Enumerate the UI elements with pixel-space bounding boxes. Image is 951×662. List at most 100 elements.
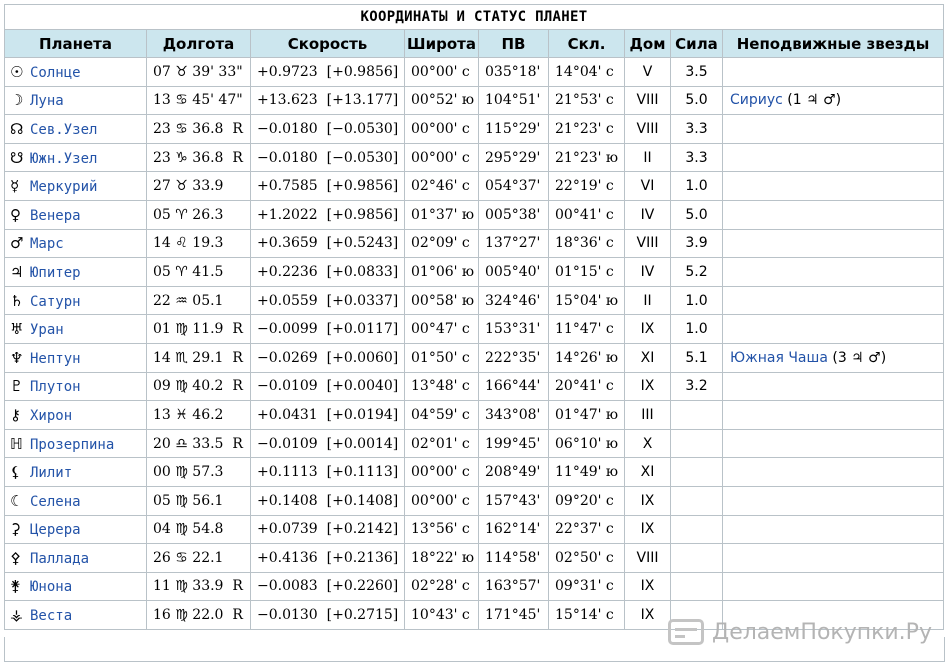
declination-cell: 11°47' с — [548, 314, 625, 344]
planet-link[interactable]: Меркурий — [30, 179, 97, 195]
planet-cell: ☽ Луна — [4, 85, 147, 116]
planet-link[interactable]: Луна — [30, 93, 64, 109]
right-ascension-cell: 208°49' — [478, 457, 549, 487]
table-row: ☋ Южн.Узел 23 ♑ 36.8 R −0.0180 [−0.0530] 00°… — [4, 142, 944, 173]
house-cell: XI — [624, 457, 671, 487]
speed-value: +0.4136 — [257, 549, 318, 566]
speed-cell: +0.0739 [+0.2142] — [250, 514, 405, 545]
planet-symbol-icon: ♂ — [10, 234, 24, 253]
right-ascension-cell: 199°45' — [478, 428, 549, 459]
planet-link[interactable]: Сатурн — [30, 294, 81, 310]
longitude-minutes: 36.8 — [192, 149, 224, 166]
zodiac-sign-icon: ♍ — [175, 464, 188, 481]
longitude-minutes: 11.9 — [192, 321, 224, 338]
zodiac-sign-icon: ♎ — [175, 435, 188, 452]
planet-link[interactable]: Нептун — [30, 351, 81, 367]
longitude-degree: 13 — [153, 92, 171, 109]
planet-symbol-icon: ☊ — [10, 119, 24, 138]
planet-cell: ♆ Нептун — [4, 342, 147, 373]
longitude-degree: 26 — [153, 549, 171, 566]
planet-link[interactable]: Хирон — [30, 408, 72, 424]
table-row: ♃ Юпитер 05 ♈ 41.5 +0.2236 [+0.0833] 01°06'… — [4, 257, 944, 287]
fixed-star-cell — [722, 285, 944, 316]
power-cell: 1.0 — [670, 171, 723, 201]
longitude-cell: 01 ♍ 11.9 R — [146, 314, 251, 344]
speed-value: +0.7585 — [257, 178, 318, 195]
planet-link[interactable]: Уран — [30, 322, 64, 338]
fixed-star-detail: (3 ♃ ♂) — [827, 349, 887, 366]
power-cell — [670, 457, 723, 487]
planet-link[interactable]: Прозерпина — [30, 437, 114, 453]
planet-link[interactable]: Сев.Узел — [30, 122, 97, 138]
retrograde-flag: R — [232, 149, 243, 166]
house-cell: III — [624, 400, 671, 430]
header-declination: Скл. — [548, 29, 625, 58]
right-ascension-cell: 295°29' — [478, 142, 549, 173]
planet-link[interactable]: Селена — [30, 494, 81, 510]
fixed-star-link[interactable]: Южная Чаша — [730, 350, 828, 366]
retrograde-flag: R — [232, 378, 243, 395]
right-ascension-cell: 166°44' — [478, 371, 549, 402]
longitude-minutes: 46.2 — [192, 406, 224, 423]
right-ascension-cell: 343°08' — [478, 400, 549, 430]
declination-cell: 21°23' ю — [548, 142, 625, 173]
longitude-degree: 07 — [153, 63, 171, 80]
longitude-degree: 11 — [153, 578, 171, 595]
fixed-star-cell — [722, 485, 944, 516]
longitude-degree: 04 — [153, 521, 171, 538]
longitude-minutes: 41.5 — [192, 263, 224, 280]
planet-link[interactable]: Солнце — [30, 65, 81, 81]
planet-link[interactable]: Южн.Узел — [30, 151, 97, 167]
planet-link[interactable]: Юнона — [30, 579, 72, 595]
planet-symbol-icon: ☾ — [10, 491, 24, 510]
header-power: Сила — [670, 29, 723, 58]
planet-link[interactable]: Марс — [30, 236, 64, 252]
planet-link[interactable]: Паллада — [30, 551, 89, 567]
power-cell: 5.2 — [670, 257, 723, 287]
latitude-cell: 01°37' ю — [404, 199, 479, 230]
longitude-cell: 27 ♉ 33.9 — [146, 171, 251, 201]
house-cell: IX — [624, 514, 671, 545]
average-speed-value: [+0.0337] — [326, 292, 399, 309]
fixed-star-link[interactable]: Сириус — [730, 92, 783, 108]
planet-cell: ♇ Плутон — [4, 371, 147, 402]
average-speed-value: [+0.0833] — [326, 263, 399, 280]
speed-value: +13.623 — [257, 92, 318, 109]
planet-symbol-icon: ⚵ — [10, 577, 21, 596]
fixed-star-cell — [722, 142, 944, 173]
planet-cell: ☋ Южн.Узел — [4, 142, 147, 173]
planet-link[interactable]: Лилит — [30, 465, 72, 481]
longitude-cell: 23 ♋ 36.8 R — [146, 114, 251, 144]
table-row: ☾ Селена 05 ♍ 56.1 +0.1408 [+0.1408] 00°00'… — [4, 485, 944, 516]
longitude-cell: 13 ♓ 46.2 — [146, 400, 251, 430]
planet-link[interactable]: Веста — [30, 608, 72, 624]
right-ascension-cell: 153°31' — [478, 314, 549, 344]
planet-link[interactable]: Плутон — [30, 379, 81, 395]
fixed-star-cell — [722, 428, 944, 459]
planet-link[interactable]: Церера — [30, 522, 81, 538]
zodiac-sign-icon: ♍ — [175, 321, 188, 338]
longitude-minutes: 22.0 — [192, 607, 224, 624]
longitude-minutes: 45' 47" — [192, 92, 243, 109]
average-speed-value: [+13.177] — [326, 92, 399, 109]
house-cell: IX — [624, 371, 671, 402]
planet-link[interactable]: Венера — [30, 208, 81, 224]
latitude-cell: 00°47' с — [404, 314, 479, 344]
latitude-cell: 00°00' с — [404, 485, 479, 516]
speed-cell: −0.0180 [−0.0530] — [250, 114, 405, 144]
power-cell: 3.5 — [670, 57, 723, 87]
longitude-minutes: 05.1 — [192, 292, 224, 309]
declination-cell: 14°26' ю — [548, 342, 625, 373]
longitude-minutes: 19.3 — [192, 235, 224, 252]
table-row: ☿ Меркурий 27 ♉ 33.9 +0.7585 [+0.9856] 02°4… — [4, 171, 944, 201]
speed-cell: −0.0269 [+0.0060] — [250, 342, 405, 373]
declination-cell: 22°37' с — [548, 514, 625, 545]
table-row: ⚵ Юнона 11 ♍ 33.9 R −0.0083 [+0.2260] 02°28'… — [4, 571, 944, 602]
planet-cell: ♅ Уран — [4, 314, 147, 344]
planet-symbol-icon: ☽ — [10, 91, 24, 110]
zodiac-sign-icon: ♍ — [175, 492, 188, 509]
planet-link[interactable]: Юпитер — [30, 265, 81, 281]
declination-cell: 09°20' с — [548, 485, 625, 516]
right-ascension-cell: 162°14' — [478, 514, 549, 545]
fixed-star-cell — [722, 114, 944, 144]
